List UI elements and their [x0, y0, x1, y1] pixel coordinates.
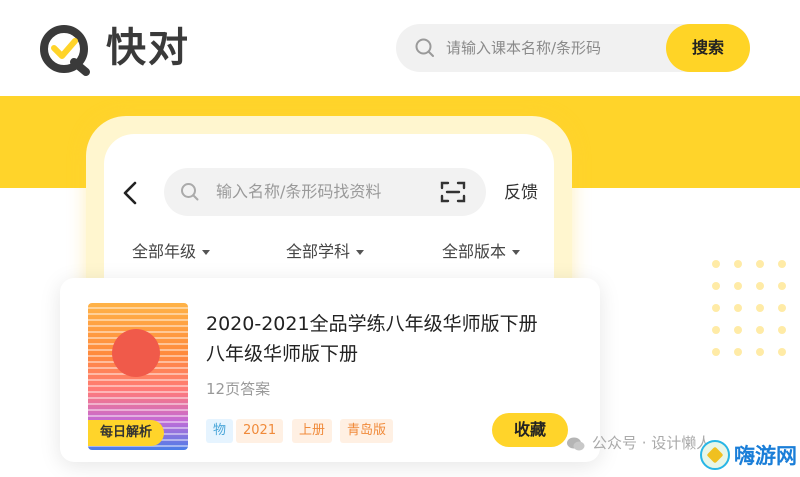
filter-grade-label: 全部年级 [132, 242, 197, 261]
logo-check-icon[interactable] [38, 22, 94, 78]
watermark: 公众号 · 设计懒人 [566, 430, 711, 456]
feedback-link[interactable]: 反馈 [504, 180, 538, 206]
logo-text[interactable]: 快对 [106, 20, 190, 76]
top-search-bar[interactable]: 请输入课本名称/条形码 搜索 [396, 24, 750, 72]
caret-down-icon [512, 250, 521, 255]
decorative-dots [712, 260, 792, 360]
filter-subject-label: 全部学科 [286, 242, 351, 261]
filter-edition-label: 全部版本 [442, 242, 507, 261]
wechat-icon [567, 437, 585, 450]
search-icon [181, 183, 199, 201]
chip-subject: 物 [206, 419, 234, 443]
filter-subject[interactable]: 全部学科 [286, 240, 365, 264]
cover-tag: 每日解析 [88, 420, 164, 446]
scan-icon[interactable] [440, 180, 466, 204]
filter-grade[interactable]: 全部年级 [132, 240, 211, 264]
top-header: 快对 请输入课本名称/条形码 搜索 [0, 0, 800, 96]
caret-down-icon [356, 250, 365, 255]
search-icon [415, 38, 434, 57]
phone-search-bar[interactable]: 输入名称/条形码找资料 [164, 168, 486, 216]
search-button[interactable]: 搜索 [666, 24, 750, 72]
book-title-line2[interactable]: 八年级华师版下册 [206, 340, 586, 368]
chip-volume: 上册 [292, 419, 333, 443]
site-emblem-icon [700, 440, 730, 470]
site-badge: 嗨游网 [700, 438, 800, 474]
chip-edition: 青岛版 [340, 419, 394, 443]
top-search-input[interactable]: 请输入课本名称/条形码 [446, 24, 601, 72]
cover-sun-graphic [112, 329, 160, 377]
filter-edition[interactable]: 全部版本 [442, 240, 521, 264]
book-title-line1[interactable]: 2020-2021全品学练八年级华师版下册 [206, 310, 586, 338]
collect-button[interactable]: 收藏 [492, 413, 568, 447]
book-pages: 12页答案 [206, 380, 271, 398]
site-name: 嗨游网 [734, 444, 797, 468]
back-arrow-icon[interactable] [120, 180, 142, 206]
book-cover[interactable]: 每日解析 [88, 303, 188, 450]
watermark-text: 公众号 · 设计懒人 [592, 434, 712, 452]
phone-search-input[interactable]: 输入名称/条形码找资料 [216, 168, 381, 216]
chip-year: 2021 [236, 419, 284, 443]
caret-down-icon [202, 250, 211, 255]
